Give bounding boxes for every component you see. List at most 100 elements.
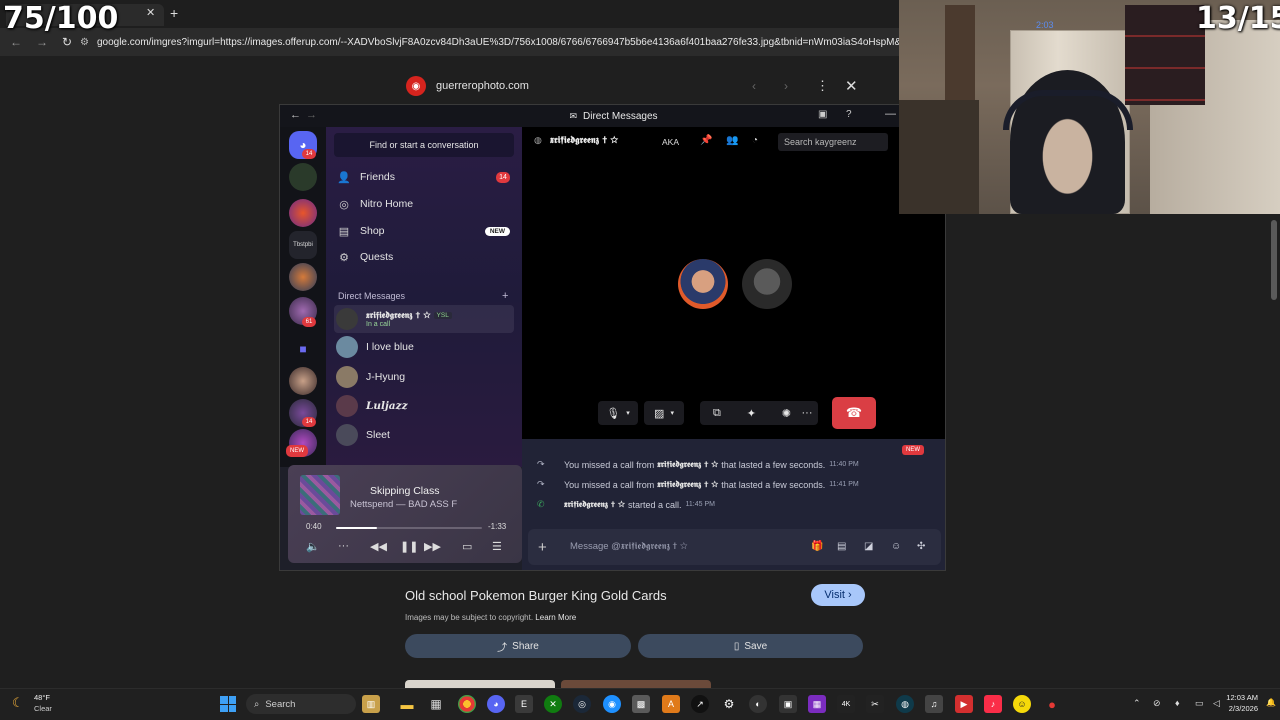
profile-icon[interactable]: ◔ — [752, 135, 758, 146]
server-icon[interactable] — [289, 367, 317, 395]
inbox-window-icon[interactable]: ▣ — [818, 109, 827, 120]
share-button[interactable]: ⤴ Share — [405, 634, 631, 658]
visit-button[interactable]: Visit › — [811, 584, 865, 606]
network-icon[interactable]: ▭ — [1195, 698, 1204, 709]
pinned-app-icon[interactable]: ▥ — [362, 695, 380, 713]
minecraft-icon[interactable]: ▩ — [632, 695, 650, 713]
create-dm-icon[interactable]: + — [502, 290, 508, 302]
save-button[interactable]: ▯ Save — [638, 634, 863, 658]
capcut-icon[interactable]: ✂ — [866, 695, 884, 713]
site-name[interactable]: guerrerophoto.com — [436, 80, 529, 92]
next-image-icon[interactable]: › — [784, 79, 788, 93]
image-title[interactable]: Old school Pokemon Burger King Gold Card… — [405, 588, 667, 603]
dm-item[interactable]: 𝖝𝖗𝖎𝖋𝖎𝖊𝖉𝖌𝖗𝖊𝖊𝖓𝖟 ✝ ☆ YSL In a call — [334, 305, 514, 333]
forward-arrow-icon[interactable]: → — [306, 109, 317, 121]
page-scrollbar[interactable] — [1271, 220, 1277, 300]
office-app-icon[interactable]: A — [662, 695, 680, 713]
site-info-icon[interactable]: ⚙ — [80, 37, 89, 48]
fast-forward-icon[interactable]: ▶▶ — [424, 540, 441, 553]
call-username[interactable]: 𝖝𝖗𝖎𝖋𝖎𝖊𝖉𝖌𝖗𝖊𝖊𝖓𝖟 ✝ ☆ — [550, 135, 618, 146]
sticker-icon[interactable]: ◪ — [864, 541, 873, 552]
weather-temperature[interactable]: 48°F — [34, 693, 50, 702]
app-icon[interactable]: ▦ — [808, 695, 826, 713]
back-arrow-icon[interactable]: ← — [290, 109, 301, 121]
dm-item[interactable]: J-Hyung — [334, 363, 514, 391]
folder-icon[interactable]: ■ — [289, 335, 317, 363]
steam-icon[interactable]: ◎ — [573, 695, 591, 713]
close-viewer-icon[interactable]: ✕ — [845, 77, 858, 95]
chrome-icon[interactable] — [458, 695, 476, 713]
dm-item[interactable]: Sleet — [334, 421, 514, 449]
aka-button[interactable]: AKA — [662, 137, 679, 147]
pin-icon[interactable]: 📌 — [700, 135, 712, 146]
activities-icon[interactable]: ✦ — [747, 407, 756, 420]
gift-icon[interactable]: 🎁 — [811, 541, 823, 552]
app-icon[interactable]: ▣ — [779, 695, 797, 713]
app-icon[interactable]: ↗ — [691, 695, 709, 713]
back-icon[interactable]: ← — [10, 35, 22, 49]
app-icon[interactable]: ♫ — [925, 695, 943, 713]
apps-icon[interactable]: ✣ — [917, 541, 925, 552]
gif-icon[interactable]: ▤ — [837, 541, 846, 552]
attach-plus-icon[interactable]: + — [538, 539, 547, 556]
search-input[interactable]: Search kaygreenz — [778, 133, 888, 151]
tab-close-icon[interactable]: ✕ — [146, 6, 155, 19]
volume-icon[interactable]: 🔈 — [306, 540, 320, 553]
message-user[interactable]: 𝖝𝖗𝖎𝖋𝖎𝖊𝖉𝖌𝖗𝖊𝖊𝖓𝖟 ✝ ☆ — [657, 460, 718, 470]
new-tab-icon[interactable]: + — [170, 5, 178, 21]
reload-icon[interactable]: ↻ — [62, 35, 72, 49]
store-icon[interactable]: ▦ — [427, 695, 445, 713]
notification-bell-icon[interactable]: 🔔 — [1266, 698, 1276, 707]
weather-condition[interactable]: Clear — [34, 704, 52, 713]
more-icon[interactable]: ··· — [338, 540, 349, 552]
tray-chevron-icon[interactable]: ⌃ — [1133, 698, 1141, 709]
related-image-thumb[interactable] — [405, 680, 555, 688]
hang-up-button[interactable]: ☎ — [832, 397, 876, 429]
dm-item[interactable]: Luljazz — [334, 392, 514, 420]
message-user[interactable]: 𝖝𝖗𝖎𝖋𝖎𝖊𝖉𝖌𝖗𝖊𝖊𝖓𝖟 ✝ ☆ — [657, 480, 718, 490]
xbox-icon[interactable]: ✕ — [544, 695, 562, 713]
clock-time[interactable]: 12:03 AM — [1218, 693, 1258, 702]
location-pin-icon[interactable]: ● — [1043, 695, 1061, 713]
server-icon[interactable] — [289, 163, 317, 191]
soundboard-icon[interactable]: ✺ — [782, 407, 791, 420]
nav-nitro-home[interactable]: ◎ Nitro Home — [334, 192, 514, 216]
previous-image-icon[interactable]: ‹ — [752, 79, 756, 93]
app-icon[interactable]: 4K — [837, 695, 855, 713]
discord-icon[interactable]: ◕ — [487, 695, 505, 713]
related-image-thumb[interactable] — [561, 680, 711, 688]
find-conversation-button[interactable]: Find or start a conversation — [334, 133, 514, 157]
participant-avatar[interactable] — [678, 259, 728, 309]
forward-icon[interactable]: → — [36, 35, 48, 49]
microphone-button[interactable]: 🎙 ▾ — [598, 401, 638, 425]
message-input[interactable]: Message @𝖝𝖗𝖎𝖋𝖎𝖊𝖉𝖌𝖗𝖊𝖊𝖓𝖟 ✝ ☆ — [570, 541, 688, 552]
learn-more-link[interactable]: Learn More — [535, 613, 576, 622]
app-icon[interactable]: ▶ — [955, 695, 973, 713]
browser-app-icon[interactable]: ◉ — [603, 695, 621, 713]
nav-quests[interactable]: ⚙ Quests — [334, 245, 514, 269]
more-options-icon[interactable]: ⋮ — [816, 78, 829, 94]
tray-app-icon[interactable]: ⊘ — [1153, 698, 1161, 709]
weather-moon-icon[interactable]: ☾ — [12, 695, 24, 711]
camera-button[interactable]: ▨ ▾ — [644, 401, 684, 425]
queue-icon[interactable]: ☰ — [492, 540, 502, 553]
clock-date[interactable]: 2/3/2026 — [1218, 704, 1258, 713]
server-icon[interactable] — [289, 199, 317, 227]
emoji-icon[interactable]: ☺ — [891, 541, 901, 552]
screen-share-icon[interactable]: ⧉ — [713, 407, 721, 420]
lyrics-icon[interactable]: ▭ — [462, 540, 472, 553]
related-images[interactable] — [405, 680, 805, 688]
start-button[interactable] — [220, 696, 236, 712]
pause-icon[interactable]: ❚❚ — [400, 540, 418, 553]
minimize-icon[interactable]: — — [885, 108, 896, 120]
microphone-tray-icon[interactable]: ♦ — [1175, 698, 1180, 708]
app-icon[interactable]: ☺ — [1013, 695, 1031, 713]
participant-avatar[interactable] — [742, 259, 792, 309]
nav-friends[interactable]: 👤 Friends 14 — [334, 165, 514, 189]
server-icon[interactable] — [289, 263, 317, 291]
taskbar-search[interactable]: ⌕ Search — [246, 694, 356, 714]
message-user[interactable]: 𝖝𝖗𝖎𝖋𝖎𝖊𝖉𝖌𝖗𝖊𝖊𝖓𝖟 ✝ ☆ — [564, 500, 625, 510]
server-icon[interactable]: Tbstpbi — [289, 231, 317, 259]
epic-games-icon[interactable]: E — [515, 695, 533, 713]
more-options-icon[interactable]: ··· — [796, 401, 818, 425]
